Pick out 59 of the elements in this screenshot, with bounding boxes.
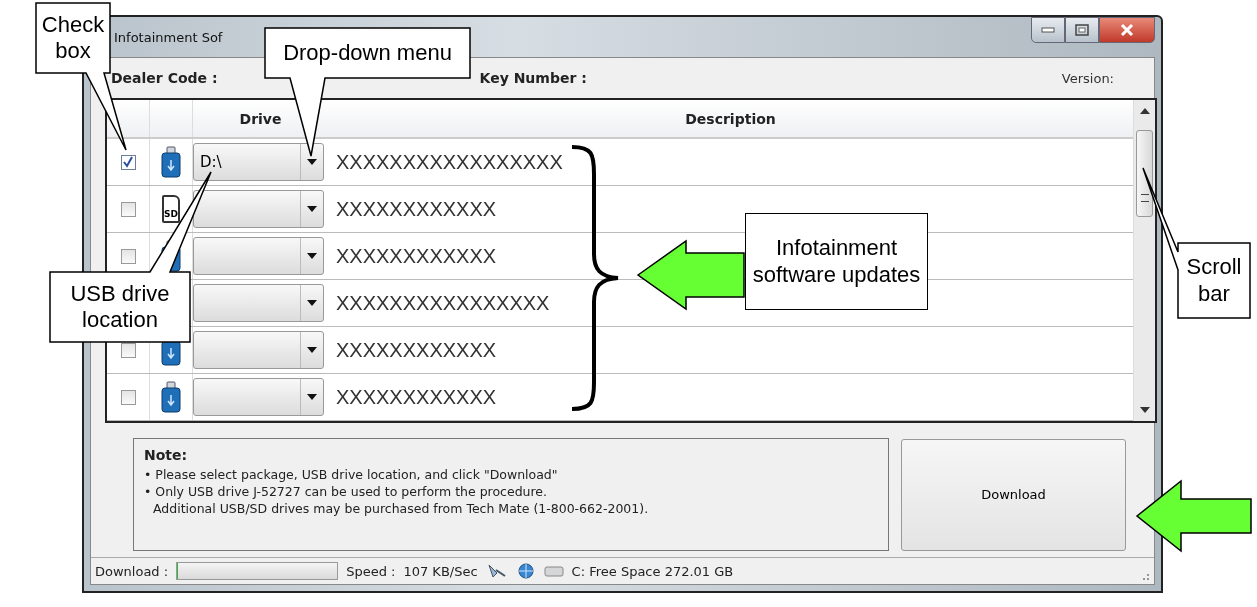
- close-button[interactable]: [1099, 17, 1155, 43]
- description-cell-text: XXXXXXXXXXXX: [335, 244, 497, 268]
- note-text: Additional USB/SD drives may be purchased from Tech Mate (1-800-662-2001).: [152, 501, 650, 516]
- resize-grip-icon[interactable]: [1140, 571, 1150, 581]
- drive-dropdown[interactable]: [193, 331, 324, 369]
- column-header[interactable]: Description: [328, 100, 1133, 137]
- description-cell-text: XXXXXXXXXXXX: [335, 338, 497, 362]
- checkbox[interactable]: [120, 389, 136, 405]
- version-label: Version:: [1061, 70, 1114, 86]
- scroll-bar[interactable]: [1133, 100, 1155, 421]
- speed-value: 107 KB/Sec: [403, 563, 478, 579]
- window-title: Infotainment Sof: [114, 29, 223, 45]
- note-text: • Only USB drive J-52727 can be used to perform the procedure.: [144, 484, 549, 499]
- scroll-down-icon[interactable]: [1139, 407, 1150, 413]
- description-cell-text: XXXXXXXXXXXX: [335, 197, 497, 221]
- callout-label: Infotainment software updates: [745, 213, 928, 310]
- description-cell-text: XXXXXXXXXXXX: [335, 385, 497, 409]
- drive-dropdown[interactable]: [193, 190, 324, 228]
- note-text: • Please select package, USB drive location, and click "Download": [144, 467, 559, 482]
- globe-icon: [515, 562, 536, 580]
- maximize-button[interactable]: [1065, 17, 1099, 43]
- key-number-label: Key Number :: [479, 70, 587, 86]
- download-button[interactable]: Download: [901, 438, 1126, 551]
- scroll-thumb[interactable]: [1136, 130, 1153, 217]
- callout-label: Drop-down menu: [282, 38, 453, 67]
- speed-label: Speed :: [346, 563, 396, 579]
- dealer-code-label: Dealer Code :: [111, 70, 218, 86]
- minimize-button[interactable]: [1031, 17, 1065, 43]
- dropdown-caret-icon: [307, 159, 317, 165]
- checkbox[interactable]: [120, 201, 136, 217]
- callout-label: USB drive location: [69, 279, 171, 334]
- minimize-icon: [1041, 27, 1055, 33]
- scroll-up-icon[interactable]: [1139, 108, 1150, 114]
- description-cell-text: XXXXXXXXXXXXXXXX: [335, 291, 550, 315]
- dropdown-caret-icon: [307, 206, 317, 212]
- close-icon: [1119, 23, 1135, 37]
- checkbox[interactable]: [120, 248, 136, 264]
- callout-label: Check box: [40, 10, 106, 65]
- satellite-icon: [485, 562, 508, 580]
- download-label: Download :: [95, 563, 169, 579]
- usb-drive-icon: [161, 381, 181, 413]
- drive-dropdown[interactable]: [193, 284, 324, 322]
- dropdown-caret-icon: [307, 300, 317, 306]
- dropdown-caret-icon: [307, 347, 317, 353]
- checkbox[interactable]: [120, 154, 136, 170]
- drive-dropdown[interactable]: [193, 237, 324, 275]
- drive-dropdown[interactable]: D:\: [193, 143, 324, 181]
- maximize-icon: [1075, 24, 1089, 36]
- dropdown-caret-icon: [307, 394, 317, 400]
- dropdown-caret-icon: [307, 253, 317, 259]
- free-space-text: C: Free Space 272.01 GB: [571, 563, 734, 579]
- note-title: Note:: [144, 447, 189, 463]
- drive-icon: [543, 564, 564, 578]
- callout-label: Scroll bar: [1185, 253, 1243, 308]
- description-cell-text: XXXXXXXXXXXXXXXXX: [335, 150, 563, 174]
- drive-dropdown[interactable]: [193, 378, 324, 416]
- sd-card-icon: SD: [162, 195, 180, 223]
- usb-drive-icon: [161, 146, 181, 178]
- column-header[interactable]: Drive: [193, 100, 328, 137]
